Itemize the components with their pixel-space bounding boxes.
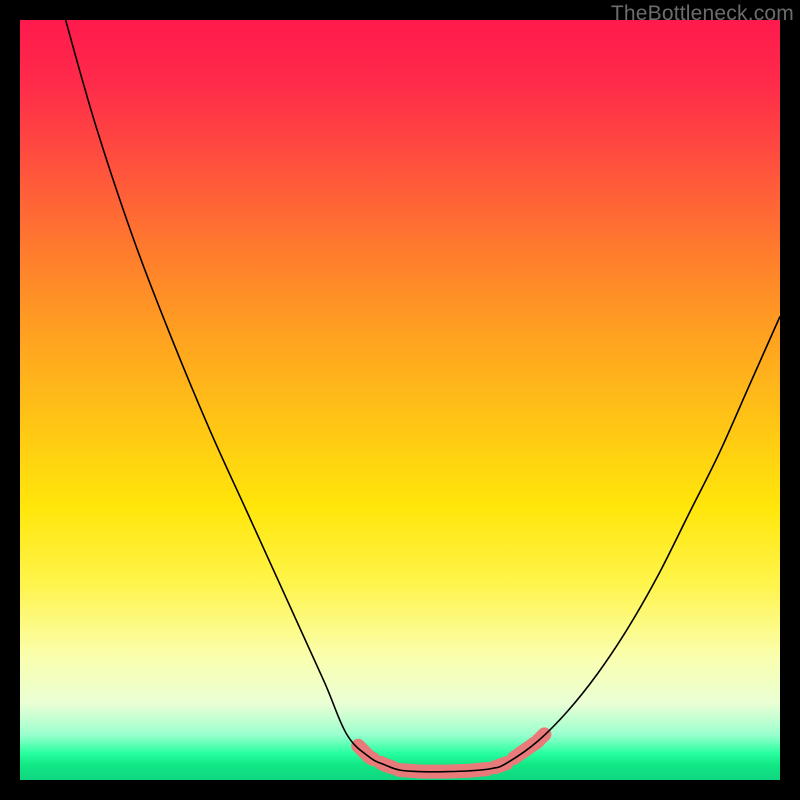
highlight-group (358, 734, 544, 772)
highlight-dot-0 (493, 758, 507, 772)
chart-stage: TheBottleneck.com (0, 0, 800, 800)
watermark-text: TheBottleneck.com (611, 2, 794, 26)
highlight-segment-0 (358, 746, 373, 759)
plot-area (20, 20, 780, 780)
bottleneck-curve (66, 20, 780, 772)
bottleneck-curve-tail (658, 316, 780, 574)
plot-svg (20, 20, 780, 780)
curve-group (66, 20, 780, 772)
highlight-segment-4 (514, 734, 544, 758)
